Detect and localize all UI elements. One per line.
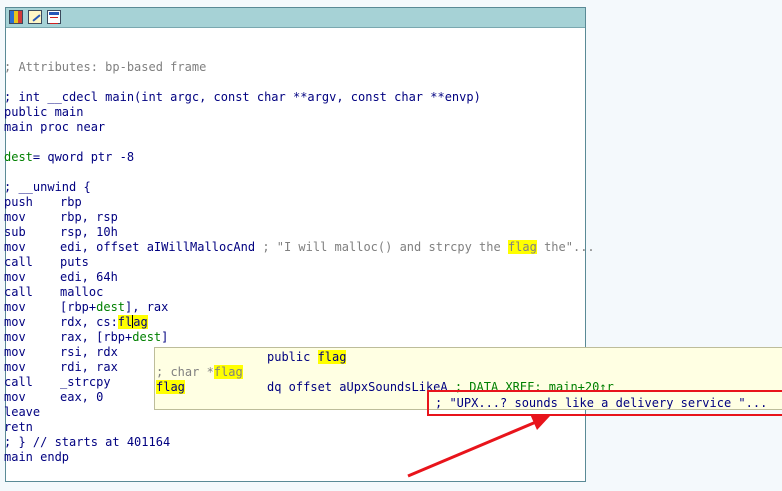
- annotation-arrow: [407, 414, 550, 478]
- arrow-shaft: [407, 420, 537, 478]
